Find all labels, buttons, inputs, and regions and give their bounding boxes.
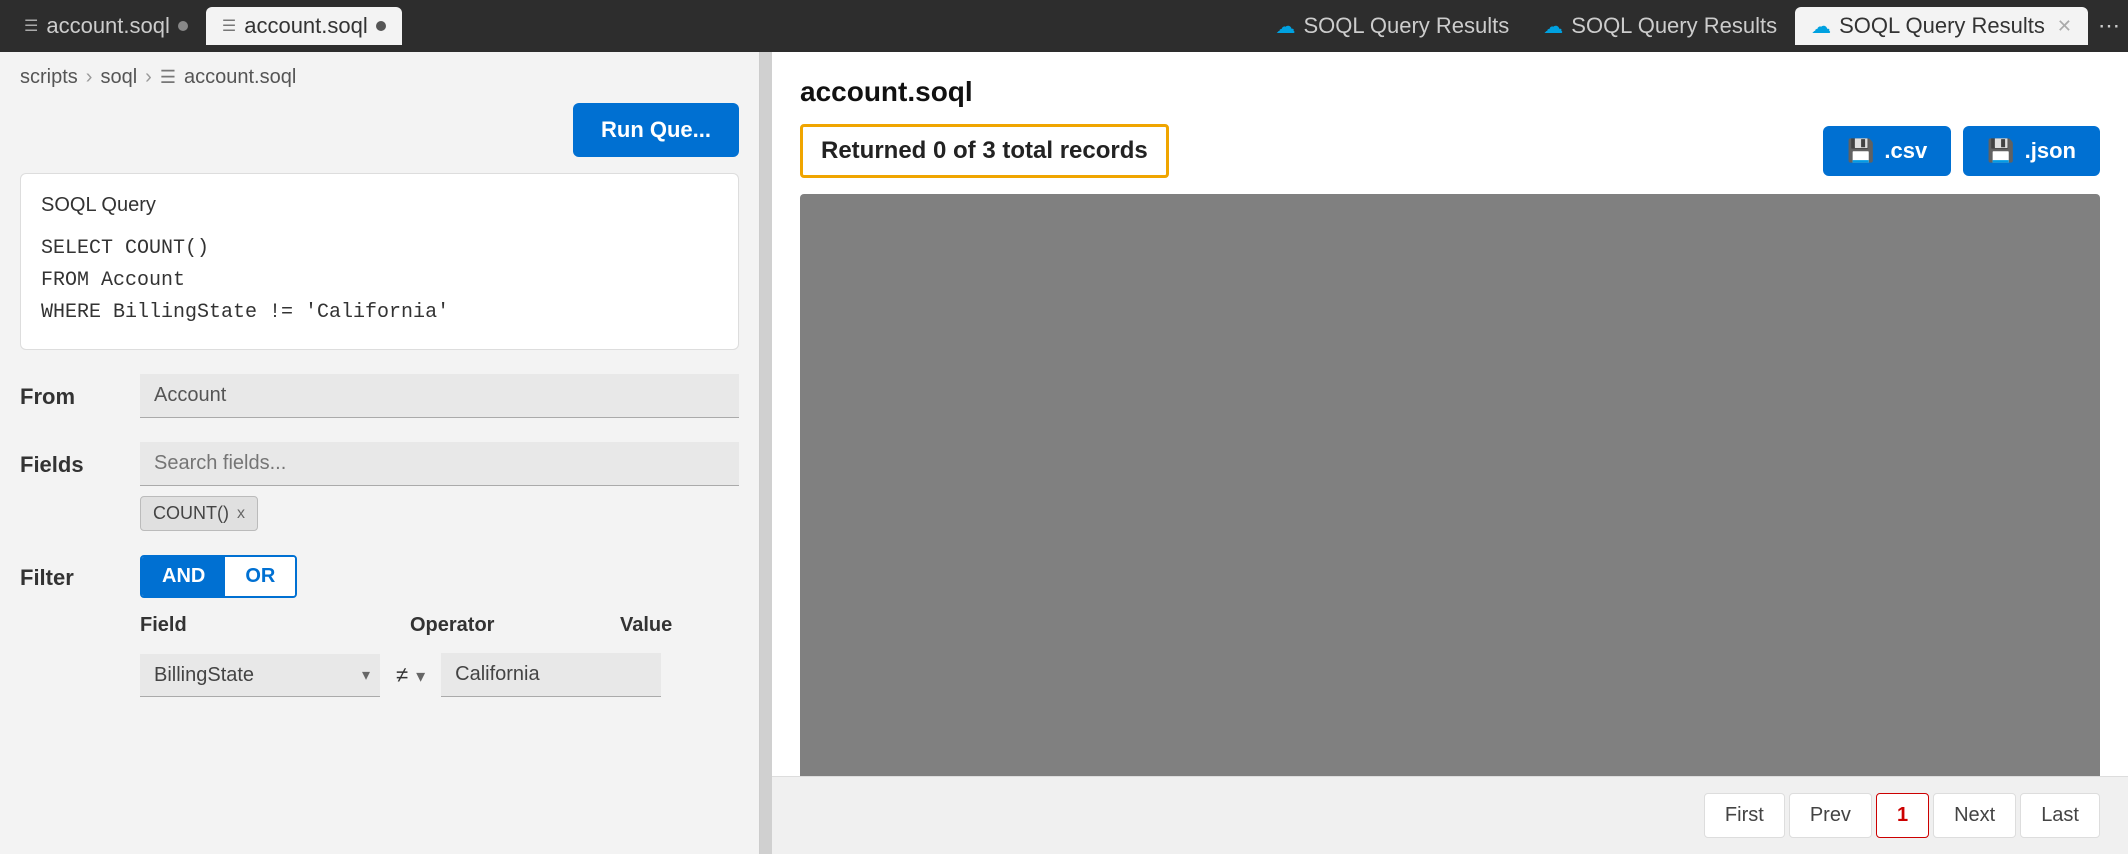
filter-column-headers: Field Operator Value [140, 614, 840, 637]
filter-field-select[interactable]: BillingState [140, 654, 380, 697]
tab-soql-results-2[interactable]: ☁ SOQL Query Results [1527, 7, 1793, 45]
breadcrumb-scripts[interactable]: scripts [20, 66, 78, 89]
export-buttons: 💾 .csv 💾 .json [1823, 126, 2100, 176]
soql-query-section: SOQL Query SELECT COUNT() FROM Account W… [20, 173, 739, 350]
filter-field-wrapper: BillingState [140, 654, 380, 697]
more-tabs-icon[interactable]: ⋯ [2098, 13, 2120, 39]
filter-row: Filter AND OR Field Operator Value [20, 555, 739, 697]
results-title: account.soql [800, 76, 973, 108]
salesforce-icon-2: ☁ [1543, 14, 1563, 39]
run-query-button[interactable]: Run Que... [573, 103, 739, 157]
breadcrumb-sep-2: › [145, 66, 152, 89]
export-csv-button[interactable]: 💾 .csv [1823, 126, 1951, 176]
left-panel: scripts › soql › ☰ account.soql Run Que.… [0, 52, 760, 854]
json-label: .json [2025, 138, 2076, 164]
soql-query-label: SOQL Query [41, 194, 718, 217]
tab-label-4: SOQL Query Results [1571, 13, 1777, 39]
from-row: From [20, 374, 739, 418]
tab-account-soql-2[interactable]: ☰ account.soql [206, 7, 402, 45]
filter-row-values: BillingState ≠ ≠ ▾ [140, 653, 840, 697]
form-section: From Fields COUNT() x Filter [0, 374, 759, 854]
breadcrumb: scripts › soql › ☰ account.soql [0, 52, 759, 103]
filter-operator-display: ≠ ≠ ▾ [396, 662, 425, 688]
tab-account-soql-1[interactable]: ☰ account.soql [8, 7, 204, 45]
filter-value-input[interactable] [441, 653, 661, 697]
tab-soql-results-1[interactable]: ☁ SOQL Query Results [1259, 7, 1525, 45]
pagination-current-page[interactable]: 1 [1876, 793, 1929, 838]
soql-line-2: FROM Account [41, 265, 718, 297]
filter-col-field-header: Field [140, 614, 380, 637]
results-table-area [800, 194, 2100, 776]
soql-code-block[interactable]: SELECT COUNT() FROM Account WHERE Billin… [41, 233, 718, 329]
filter-col-operator-header: Operator [410, 614, 590, 637]
tab-close-button[interactable]: ✕ [2057, 16, 2072, 37]
save-icon-csv: 💾 [1847, 138, 1874, 164]
field-tag-count: COUNT() x [140, 496, 258, 531]
right-panel: account.soql Returned 0 of 3 total recor… [772, 52, 2128, 854]
cursor-area [2060, 77, 2100, 107]
main-content: scripts › soql › ☰ account.soql Run Que.… [0, 52, 2128, 854]
soql-line-1: SELECT COUNT() [41, 233, 718, 265]
field-tag-remove[interactable]: x [237, 505, 245, 523]
fields-row: Fields COUNT() x [20, 442, 739, 531]
pagination-first-button[interactable]: First [1704, 793, 1785, 838]
tab-overflow-actions: ⋯ [2098, 13, 2120, 39]
breadcrumb-soql[interactable]: soql [100, 66, 137, 89]
save-icon-json: 💾 [1987, 138, 2014, 164]
from-label: From [20, 374, 120, 410]
field-tag-label: COUNT() [153, 503, 229, 524]
pagination-last-button[interactable]: Last [2020, 793, 2100, 838]
and-or-toggle: AND OR [140, 555, 297, 598]
tab-modified-dot-1 [178, 21, 188, 31]
fields-container: COUNT() x [140, 442, 739, 531]
breadcrumb-file[interactable]: account.soql [184, 66, 296, 89]
tab-label-2: account.soql [244, 13, 368, 39]
csv-label: .csv [1884, 138, 1927, 164]
filter-label: Filter [20, 555, 120, 591]
filter-content: AND OR Field Operator Value BillingState [140, 555, 840, 697]
tab-bar: ☰ account.soql ☰ account.soql ☁ SOQL Que… [0, 0, 2128, 52]
tab-label-3: SOQL Query Results [1303, 13, 1509, 39]
records-status-badge: Returned 0 of 3 total records [800, 124, 1169, 178]
pagination-next-button[interactable]: Next [1933, 793, 2016, 838]
records-status-row: Returned 0 of 3 total records 💾 .csv 💾 .… [772, 124, 2128, 194]
export-json-button[interactable]: 💾 .json [1963, 126, 2100, 176]
pagination-prev-button[interactable]: Prev [1789, 793, 1872, 838]
salesforce-icon-3: ☁ [1811, 14, 1831, 39]
tab-label-1: account.soql [46, 13, 170, 39]
file-icon: ☰ [160, 67, 176, 88]
breadcrumb-sep-1: › [86, 66, 93, 89]
tab-label-5: SOQL Query Results [1839, 13, 2045, 39]
tab-modified-dot-2 [376, 21, 386, 31]
or-toggle-button[interactable]: OR [225, 557, 295, 596]
results-header: account.soql [772, 52, 2128, 124]
fields-search-input[interactable] [140, 442, 739, 486]
and-toggle-button[interactable]: AND [142, 557, 225, 596]
from-input[interactable] [140, 374, 739, 418]
run-query-row: Run Que... [0, 103, 759, 173]
fields-label: Fields [20, 442, 120, 478]
soql-line-3: WHERE BillingState != 'California' [41, 297, 718, 329]
pagination: First Prev 1 Next Last [772, 776, 2128, 854]
panel-divider[interactable] [760, 52, 772, 854]
salesforce-icon-1: ☁ [1275, 14, 1295, 39]
filter-operator-symbol: ≠ [396, 662, 408, 688]
tab-soql-results-3[interactable]: ☁ SOQL Query Results ✕ [1795, 7, 2088, 45]
